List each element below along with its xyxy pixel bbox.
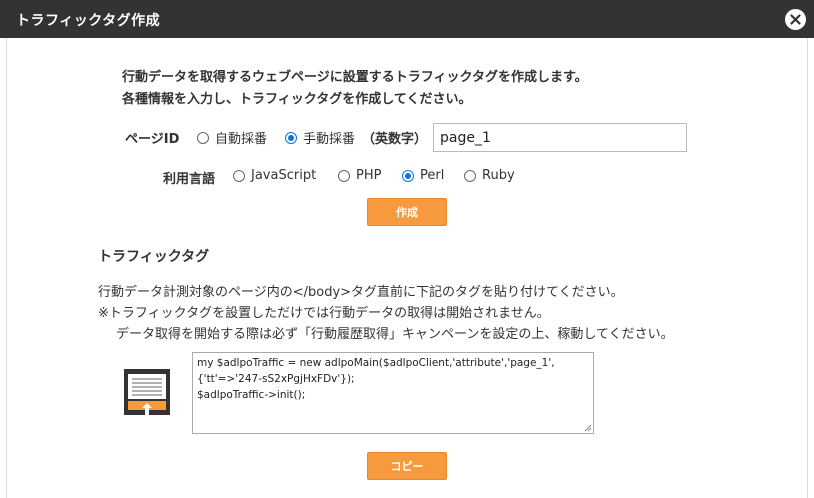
radio-unselected-icon — [197, 131, 209, 144]
page-id-auto-label: 自動採番 — [215, 132, 268, 147]
traffic-tag-desc-3: データ取得を開始する際は必ず「行動履歴取得」キャンペーンを設定の上、稼動してくだ… — [116, 327, 674, 342]
code-line-2: {'tt'=>'247-sS2xPgjHxFDv'}); — [197, 373, 355, 385]
language-ruby-radio[interactable]: Ruby — [464, 168, 515, 183]
code-line-1: my $adlpoTraffic = new adlpoMain($adlpoC… — [197, 357, 555, 369]
resize-grip-icon[interactable] — [584, 424, 592, 432]
traffic-tag-title: トラフィックタグ — [98, 249, 210, 265]
traffic-tag-dialog: トラフィックタグ作成 行動データを取得するウェブページに設置するトラフィックタグ… — [0, 0, 814, 498]
upload-document-icon — [124, 369, 170, 415]
radio-selected-icon — [402, 169, 414, 182]
page-id-manual-label: 手動採番 — [303, 132, 356, 147]
intro-text: 行動データを取得するウェブページに設置するトラフィックタグを作成します。 各種情… — [122, 67, 588, 111]
code-line-3: $adlpoTraffic->init(); — [197, 389, 306, 401]
language-javascript-radio[interactable]: JavaScript — [233, 168, 316, 183]
dialog-titlebar: トラフィックタグ作成 — [0, 0, 814, 38]
radio-selected-icon — [285, 131, 297, 144]
page-id-label: ページID — [125, 132, 180, 147]
dialog-title: トラフィックタグ作成 — [16, 13, 161, 29]
intro-line-2: 各種情報を入力し、トラフィックタグを作成してください。 — [122, 92, 472, 107]
page-id-manual-radio[interactable]: 手動採番 — [285, 128, 355, 147]
radio-unselected-icon — [233, 169, 245, 182]
language-label: 利用言語 — [163, 172, 216, 187]
traffic-tag-code[interactable]: my $adlpoTraffic = new adlpoMain($adlpoC… — [192, 352, 594, 434]
language-php-radio[interactable]: PHP — [338, 168, 381, 183]
traffic-tag-desc-2: ※トラフィックタグを設置しただけでは行動データの取得は開始されません。 — [98, 306, 550, 321]
language-ruby-label: Ruby — [482, 168, 515, 183]
close-icon[interactable] — [785, 9, 806, 30]
page-id-auto-radio[interactable]: 自動採番 — [197, 128, 267, 147]
language-javascript-label: JavaScript — [251, 168, 317, 183]
traffic-tag-desc-1: 行動データ計測対象のページ内の</body>タグ直前に下記のタグを貼り付けてくだ… — [98, 285, 624, 300]
language-php-label: PHP — [356, 168, 382, 183]
language-perl-label: Perl — [420, 168, 445, 183]
copy-button[interactable]: コピー — [367, 452, 447, 480]
language-perl-radio[interactable]: Perl — [402, 168, 444, 183]
page-id-suffix: （英数字） — [362, 132, 428, 147]
radio-unselected-icon — [338, 169, 350, 182]
page-id-input[interactable] — [433, 123, 687, 152]
radio-unselected-icon — [464, 169, 476, 182]
create-button[interactable]: 作成 — [367, 198, 447, 226]
intro-line-1: 行動データを取得するウェブページに設置するトラフィックタグを作成します。 — [122, 70, 588, 85]
